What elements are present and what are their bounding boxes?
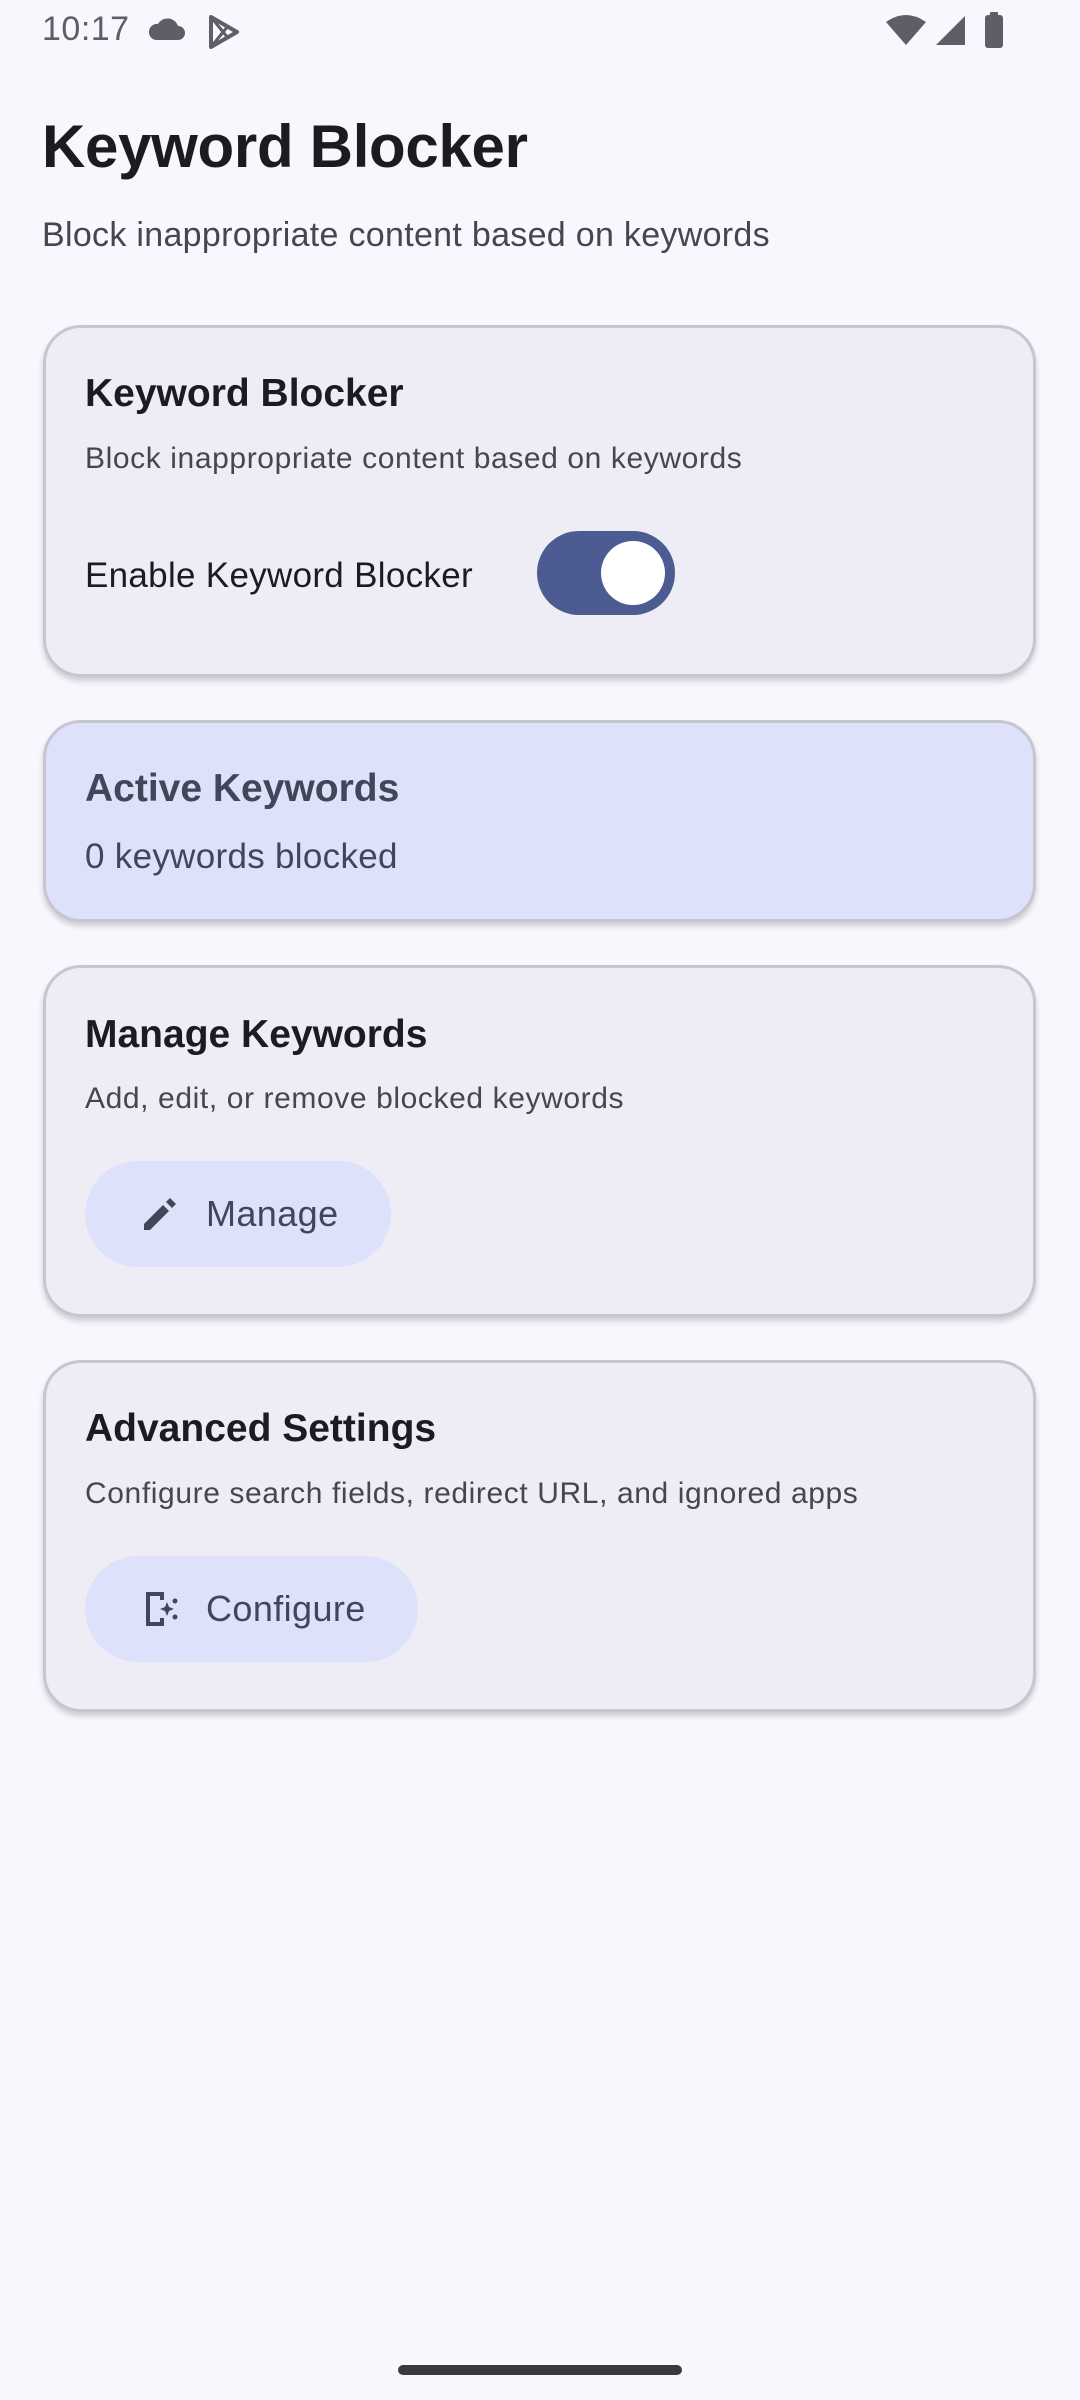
app-settings-icon xyxy=(140,1589,180,1629)
active-keywords-count: 0 keywords blocked xyxy=(85,837,398,876)
manage-button[interactable]: Manage xyxy=(85,1161,391,1267)
enable-toggle-label: Enable Keyword Blocker xyxy=(85,556,473,595)
card-title: Manage Keywords xyxy=(85,1013,428,1056)
card-title: Keyword Blocker xyxy=(85,372,404,415)
card-title: Advanced Settings xyxy=(85,1407,437,1450)
cloud-icon xyxy=(148,18,186,47)
advanced-settings-card: Advanced Settings Configure search field… xyxy=(43,1360,1036,1712)
page-subtitle: Block inappropriate content based on key… xyxy=(42,216,770,254)
active-keywords-card: Active Keywords 0 keywords blocked xyxy=(43,720,1036,922)
card-title: Active Keywords xyxy=(85,767,400,810)
toggle-knob xyxy=(601,541,665,605)
configure-button[interactable]: Configure xyxy=(85,1556,418,1662)
card-description: Add, edit, or remove blocked keywords xyxy=(85,1082,625,1115)
keyword-blocker-card: Keyword Blocker Block inappropriate cont… xyxy=(43,325,1036,677)
status-bar: 10:17 xyxy=(0,0,1080,62)
enable-keyword-blocker-toggle[interactable] xyxy=(537,531,675,615)
home-indicator[interactable] xyxy=(398,2365,682,2375)
wifi-icon xyxy=(886,14,926,51)
card-description: Configure search fields, redirect URL, a… xyxy=(85,1477,859,1510)
pencil-icon xyxy=(140,1194,180,1234)
status-time: 10:17 xyxy=(42,10,130,48)
manage-keywords-card: Manage Keywords Add, edit, or remove blo… xyxy=(43,965,1036,1317)
battery-icon xyxy=(984,12,1004,53)
manage-button-label: Manage xyxy=(206,1193,339,1234)
cellular-signal-icon xyxy=(934,14,966,51)
play-store-icon xyxy=(206,14,242,55)
page-title: Keyword Blocker xyxy=(42,113,528,180)
configure-button-label: Configure xyxy=(206,1588,366,1629)
card-description: Block inappropriate content based on key… xyxy=(85,442,743,475)
